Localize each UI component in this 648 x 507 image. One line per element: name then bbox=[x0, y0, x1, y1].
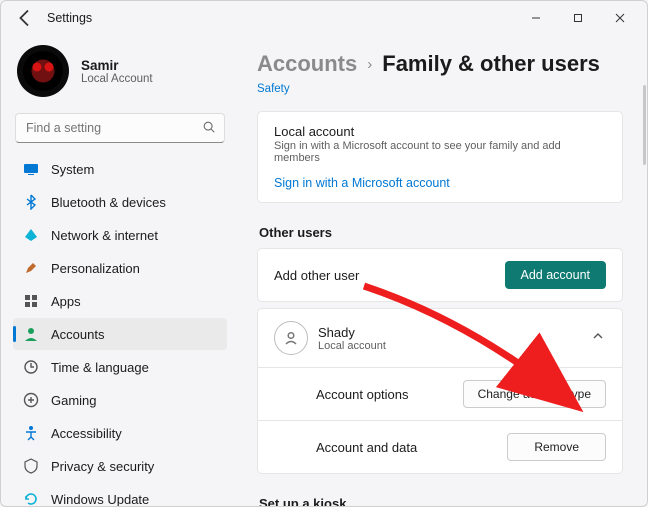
paintbrush-icon bbox=[23, 260, 39, 276]
profile-name: Samir bbox=[81, 58, 153, 73]
change-account-type-button[interactable]: Change account type bbox=[463, 380, 606, 408]
avatar bbox=[17, 45, 69, 97]
breadcrumb-parent[interactable]: Accounts bbox=[257, 51, 357, 77]
add-account-button[interactable]: Add account bbox=[505, 261, 607, 289]
sidebar-item-personalization[interactable]: Personalization bbox=[13, 252, 227, 284]
profile-block[interactable]: Samir Local Account bbox=[13, 43, 227, 111]
sidebar-item-label: System bbox=[51, 162, 94, 177]
maximize-button[interactable] bbox=[557, 4, 599, 32]
sidebar-item-privacy[interactable]: Privacy & security bbox=[13, 450, 227, 482]
chevron-right-icon: › bbox=[367, 56, 372, 73]
wifi-icon bbox=[23, 227, 39, 243]
app-title: Settings bbox=[47, 11, 92, 25]
sidebar-item-accessibility[interactable]: Accessibility bbox=[13, 417, 227, 449]
add-user-label: Add other user bbox=[274, 268, 505, 283]
main-content: Accounts › Family & other users Safety L… bbox=[239, 35, 647, 506]
breadcrumb-current: Family & other users bbox=[382, 51, 600, 77]
sidebar-item-label: Accessibility bbox=[51, 426, 122, 441]
profile-subtitle: Local Account bbox=[81, 73, 153, 85]
person-outline-icon bbox=[274, 321, 308, 355]
close-button[interactable] bbox=[599, 4, 641, 32]
account-options-row: Account options Change account type bbox=[258, 368, 622, 421]
nav-list: System Bluetooth & devices Network & int… bbox=[13, 153, 227, 506]
user-expanded-panel: Shady Local account Account options Chan… bbox=[257, 308, 623, 474]
person-icon bbox=[23, 326, 39, 342]
chevron-up-icon bbox=[592, 329, 606, 347]
sidebar-item-apps[interactable]: Apps bbox=[13, 285, 227, 317]
sidebar-item-label: Accounts bbox=[51, 327, 104, 342]
search-input[interactable] bbox=[24, 120, 196, 136]
other-users-heading: Other users bbox=[259, 225, 623, 240]
scrollbar[interactable] bbox=[643, 85, 646, 165]
sidebar-item-label: Time & language bbox=[51, 360, 149, 375]
ms-account-card: Local account Sign in with a Microsoft a… bbox=[257, 111, 623, 203]
search-box[interactable] bbox=[15, 113, 225, 143]
user-row-shady[interactable]: Shady Local account bbox=[258, 309, 622, 368]
account-data-label: Account and data bbox=[316, 440, 507, 455]
safety-link[interactable]: Safety bbox=[257, 83, 623, 95]
apps-icon bbox=[23, 293, 39, 309]
add-other-user-row: Add other user Add account bbox=[258, 249, 622, 301]
sidebar-item-label: Bluetooth & devices bbox=[51, 195, 166, 210]
display-icon bbox=[23, 161, 39, 177]
ms-card-title: Local account bbox=[274, 124, 606, 139]
clock-icon bbox=[23, 359, 39, 375]
bluetooth-icon bbox=[23, 194, 39, 210]
sidebar-item-time[interactable]: Time & language bbox=[13, 351, 227, 383]
breadcrumb: Accounts › Family & other users bbox=[257, 51, 623, 77]
sidebar-item-label: Privacy & security bbox=[51, 459, 154, 474]
kiosk-heading: Set up a kiosk bbox=[259, 496, 623, 506]
other-users-panel: Add other user Add account bbox=[257, 248, 623, 302]
update-icon bbox=[23, 491, 39, 506]
sidebar-item-system[interactable]: System bbox=[13, 153, 227, 185]
gaming-icon bbox=[23, 392, 39, 408]
sidebar-item-accounts[interactable]: Accounts bbox=[13, 318, 227, 350]
back-button[interactable] bbox=[13, 6, 37, 30]
titlebar: Settings bbox=[1, 1, 647, 35]
sidebar-item-label: Personalization bbox=[51, 261, 140, 276]
shield-icon bbox=[23, 458, 39, 474]
sidebar-item-label: Apps bbox=[51, 294, 81, 309]
sidebar: Samir Local Account System Bluetooth & d… bbox=[1, 35, 239, 506]
sidebar-item-label: Network & internet bbox=[51, 228, 158, 243]
minimize-button[interactable] bbox=[515, 4, 557, 32]
user-subtitle: Local account bbox=[318, 340, 592, 352]
user-name: Shady bbox=[318, 325, 592, 340]
account-data-row: Account and data Remove bbox=[258, 421, 622, 473]
sidebar-item-gaming[interactable]: Gaming bbox=[13, 384, 227, 416]
sidebar-item-label: Gaming bbox=[51, 393, 97, 408]
sign-in-link[interactable]: Sign in with a Microsoft account bbox=[274, 176, 606, 190]
accessibility-icon bbox=[23, 425, 39, 441]
sidebar-item-bluetooth[interactable]: Bluetooth & devices bbox=[13, 186, 227, 218]
sidebar-item-label: Windows Update bbox=[51, 492, 149, 507]
sidebar-item-network[interactable]: Network & internet bbox=[13, 219, 227, 251]
search-icon bbox=[196, 120, 216, 137]
sidebar-item-update[interactable]: Windows Update bbox=[13, 483, 227, 506]
account-options-label: Account options bbox=[316, 387, 463, 402]
remove-button[interactable]: Remove bbox=[507, 433, 606, 461]
ms-card-subtitle: Sign in with a Microsoft account to see … bbox=[274, 140, 606, 164]
